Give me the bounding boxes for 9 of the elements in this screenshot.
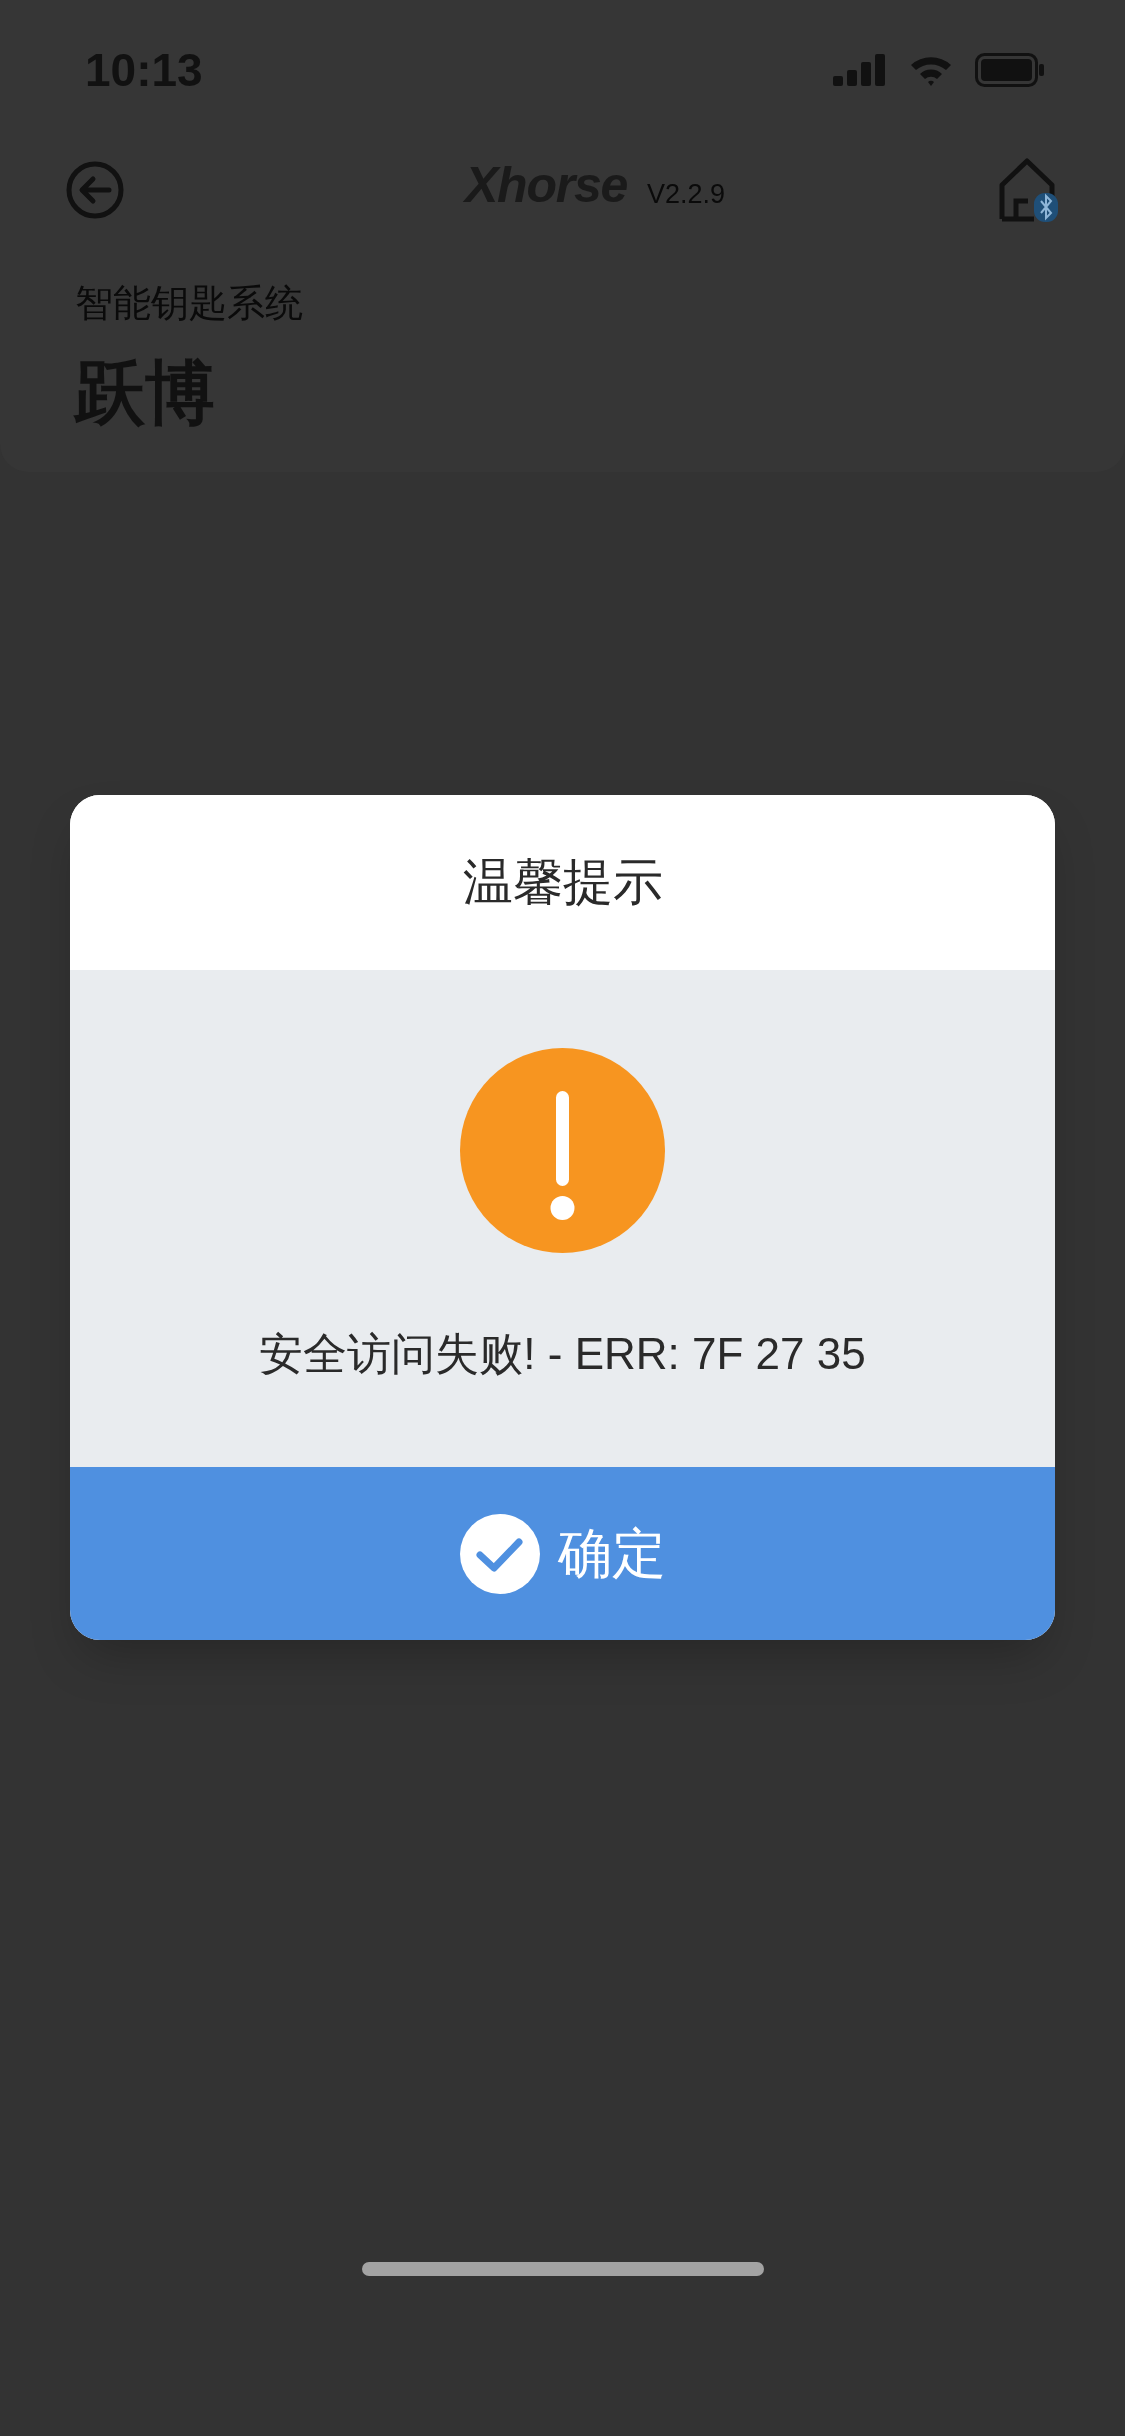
- dialog-title: 温馨提示: [462, 853, 663, 912]
- confirm-button[interactable]: 确定: [70, 1467, 1055, 1640]
- warning-icon: [460, 1048, 665, 1253]
- battery-icon: [975, 53, 1045, 87]
- home-bluetooth-icon[interactable]: [998, 157, 1060, 223]
- check-icon: [459, 1513, 540, 1594]
- error-message: 安全访问失败! - ERR: 7F 27 35: [259, 1328, 866, 1380]
- signal-icon: [833, 54, 887, 86]
- wifi-icon: [909, 54, 953, 86]
